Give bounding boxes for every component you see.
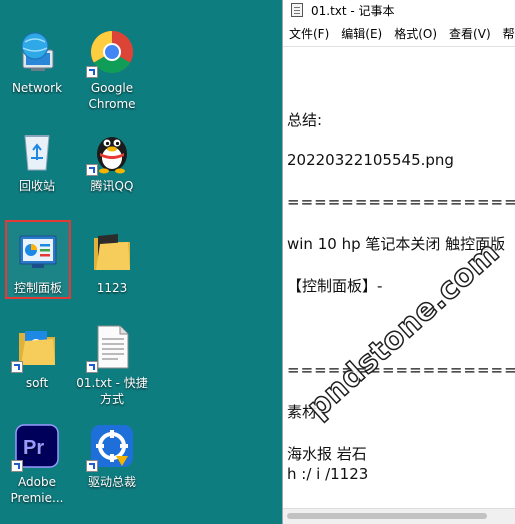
desktop-icon-folder-soft[interactable]: soft (1, 323, 73, 391)
driver-tool-icon (86, 422, 136, 472)
text-line: h :/ i /1123 (287, 465, 369, 483)
text-line: ================== (287, 361, 515, 379)
desktop-icon-label: Google Chrome (88, 81, 136, 111)
desktop-icon-label: 回收站 (18, 179, 55, 193)
desktop-icon-text-shortcut[interactable]: 01.txt - 快捷方式 (76, 323, 148, 407)
desktop-icon-label: 1123 (96, 281, 128, 295)
menu-view[interactable]: 查看(V) (443, 25, 497, 42)
chrome-icon (86, 28, 136, 78)
folder-icon (11, 323, 61, 373)
desktop-icon-label: 控制面板 (13, 281, 62, 295)
shortcut-arrow-icon (11, 361, 23, 373)
text-line: 20220322105545.png (287, 151, 454, 169)
desktop-icon-label: 01.txt - 快捷方式 (76, 376, 148, 406)
text-line: 总结: (287, 111, 323, 129)
desktop-icon-control-panel[interactable]: 控制面板 (2, 228, 74, 296)
desktop-icon-premiere[interactable]: Pr Adobe Premie... (1, 422, 73, 506)
desktop-icon-chrome[interactable]: Google Chrome (76, 28, 148, 112)
scrollbar-thumb[interactable] (287, 513, 487, 519)
desktop-icon-folder-1123[interactable]: 1123 (76, 228, 148, 296)
text-line: ================== (287, 193, 515, 211)
menu-file[interactable]: 文件(F) (283, 25, 335, 42)
window-title: 01.txt - 记事本 (311, 3, 395, 18)
horizontal-scrollbar[interactable] (283, 508, 515, 524)
notepad-titlebar[interactable]: 01.txt - 记事本 (283, 0, 515, 20)
menu-bar: 文件(F) 编辑(E) 格式(O) 查看(V) 帮 (283, 20, 515, 47)
menu-edit[interactable]: 编辑(E) (335, 25, 388, 42)
desktop-icon-label: 腾讯QQ (90, 179, 134, 193)
shortcut-arrow-icon (86, 361, 98, 373)
qq-penguin-icon (86, 126, 136, 176)
menu-format[interactable]: 格式(O) (388, 25, 443, 42)
recycle-bin-icon (13, 126, 61, 174)
text-line: 海水报 岩石 (287, 445, 367, 463)
notepad-icon (291, 3, 303, 17)
svg-text:Pr: Pr (23, 437, 44, 459)
desktop-icon-qq[interactable]: 腾讯QQ (76, 126, 148, 194)
text-line: 【控制面板】- (287, 277, 383, 295)
desktop-icon-label: soft (25, 376, 49, 390)
desktop-icon-label: 驱动总裁 (87, 475, 136, 489)
control-panel-icon (14, 228, 62, 276)
desktop-icon-driver-tool[interactable]: 驱动总裁 (76, 422, 148, 490)
desktop-icon-label: Network (11, 81, 63, 95)
desktop: Network Google Chrome 回收站 腾讯QQ 控制面板 1123… (0, 0, 282, 524)
shortcut-arrow-icon (86, 164, 98, 176)
desktop-icon-recycle-bin[interactable]: 回收站 (1, 126, 73, 194)
network-icon (13, 28, 61, 76)
premiere-pro-icon: Pr (11, 422, 61, 472)
shortcut-arrow-icon (86, 460, 98, 472)
desktop-icon-label: Adobe Premie... (10, 475, 64, 505)
folder-icon (88, 228, 136, 276)
text-file-icon (86, 323, 136, 373)
shortcut-arrow-icon (11, 460, 23, 472)
shortcut-arrow-icon (86, 66, 98, 78)
desktop-icon-network[interactable]: Network (1, 28, 73, 96)
menu-help[interactable]: 帮 (497, 25, 515, 42)
